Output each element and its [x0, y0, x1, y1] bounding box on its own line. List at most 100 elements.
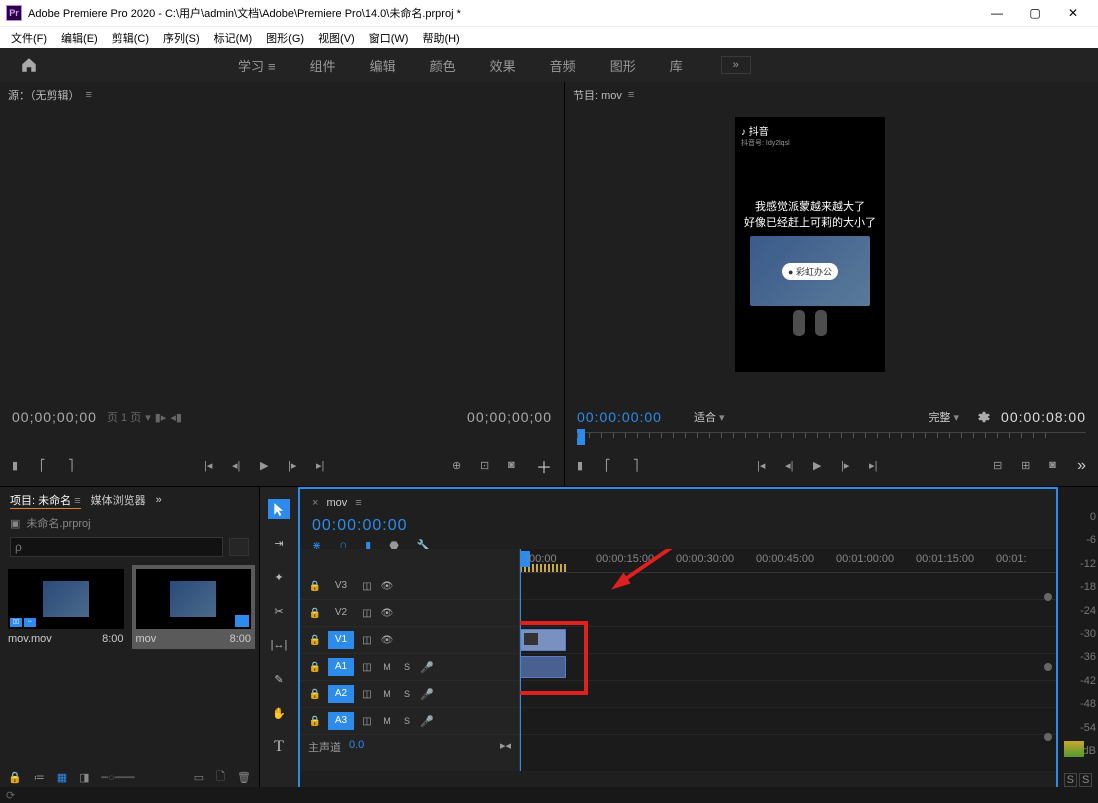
- home-icon[interactable]: [20, 56, 38, 74]
- insert-icon[interactable]: ⊕: [452, 459, 466, 473]
- marker-icon[interactable]: ▮: [12, 459, 26, 473]
- ripple-edit-tool-icon[interactable]: ✦: [268, 567, 290, 587]
- timeline-timecode[interactable]: 00:00:00:00: [300, 517, 1056, 535]
- export-frame-icon[interactable]: ◙: [1049, 459, 1063, 473]
- track-v3[interactable]: V3: [328, 577, 354, 595]
- solo-button[interactable]: S: [400, 662, 414, 672]
- pen-tool-icon[interactable]: ✎: [268, 669, 290, 689]
- source-page-label[interactable]: 页 1 页: [107, 409, 141, 425]
- mute-button[interactable]: M: [380, 716, 394, 726]
- workspace-learn[interactable]: 学习≡: [238, 52, 276, 79]
- solo-right[interactable]: S: [1079, 773, 1092, 787]
- minimize-button[interactable]: —: [978, 0, 1016, 26]
- goto-in-icon[interactable]: |◂: [204, 459, 218, 473]
- play-icon[interactable]: ▶: [813, 459, 827, 473]
- compare-icon[interactable]: »: [1077, 457, 1086, 475]
- mute-button[interactable]: M: [380, 689, 394, 699]
- track-select-tool-icon[interactable]: ⇥: [268, 533, 290, 553]
- menu-help[interactable]: 帮助(H): [415, 30, 466, 46]
- slip-tool-icon[interactable]: |↔|: [268, 635, 290, 655]
- out-icon[interactable]: ⎤: [633, 459, 647, 473]
- menu-window[interactable]: 窗口(W): [362, 30, 416, 46]
- razor-tool-icon[interactable]: ✂: [268, 601, 290, 621]
- lock-icon[interactable]: 🔒: [308, 608, 322, 619]
- voiceover-icon[interactable]: 🎤: [420, 661, 434, 674]
- lock-icon[interactable]: 🔒: [308, 581, 322, 592]
- sync-lock-icon[interactable]: ◫: [360, 716, 374, 727]
- workspace-color[interactable]: 颜色: [430, 52, 456, 79]
- track-v1[interactable]: V1: [328, 631, 354, 649]
- close-button[interactable]: ✕: [1054, 0, 1092, 26]
- zoom-scroll-mid[interactable]: [1044, 663, 1052, 671]
- voiceover-icon[interactable]: 🎤: [420, 715, 434, 728]
- timeline-canvas[interactable]: :00:00 00:00:15:00 00:00:30:00 00:00:45:…: [520, 549, 1056, 771]
- in-icon[interactable]: ⎡: [605, 459, 619, 473]
- selection-tool-icon[interactable]: [268, 499, 290, 519]
- workspace-more-button[interactable]: »: [721, 56, 751, 74]
- menu-graphics[interactable]: 图形(G): [259, 30, 311, 46]
- project-item-mov-clip[interactable]: ▯▯↔ mov.mov8:00: [4, 565, 128, 649]
- goto-out-icon[interactable]: ▸|: [316, 459, 330, 473]
- panel-menu-icon[interactable]: ≡: [86, 89, 92, 101]
- tab-project[interactable]: 项目: 未命名 ≡: [10, 492, 81, 509]
- step-fwd-icon[interactable]: |▸: [288, 459, 302, 473]
- freeform-view-icon[interactable]: ◨: [79, 771, 89, 784]
- sync-lock-icon[interactable]: ◫: [360, 662, 374, 673]
- workspace-effects[interactable]: 效果: [490, 52, 516, 79]
- step-back-icon[interactable]: ◂|: [232, 459, 246, 473]
- step-back-icon[interactable]: ◂|: [785, 459, 799, 473]
- out-icon[interactable]: ⎤: [68, 459, 82, 473]
- panel-menu-icon[interactable]: ≡: [355, 497, 361, 509]
- overwrite-icon[interactable]: ⊡: [480, 459, 494, 473]
- new-bin-icon[interactable]: ▭: [194, 771, 204, 784]
- program-scrubber[interactable]: [577, 432, 1086, 446]
- workspace-menu-icon[interactable]: ≡: [268, 55, 276, 78]
- voiceover-icon[interactable]: 🎤: [420, 688, 434, 701]
- in-icon[interactable]: ⎡: [40, 459, 54, 473]
- tab-more-icon[interactable]: »: [156, 494, 162, 506]
- icon-view-icon[interactable]: ▦: [57, 771, 67, 784]
- menu-sequence[interactable]: 序列(S): [156, 30, 207, 46]
- goto-in-icon[interactable]: |◂: [757, 459, 771, 473]
- resolution-dropdown[interactable]: 完整 ▾: [928, 409, 959, 425]
- hand-tool-icon[interactable]: ✋: [268, 703, 290, 723]
- workspace-assembly[interactable]: 组件: [310, 52, 336, 79]
- workspace-audio[interactable]: 音频: [550, 52, 576, 79]
- type-tool-icon[interactable]: T: [268, 737, 290, 757]
- markers-icon[interactable]: ▮▸: [155, 411, 167, 424]
- close-sequence-icon[interactable]: ×: [312, 497, 318, 509]
- mute-button[interactable]: M: [380, 662, 394, 672]
- track-a3[interactable]: A3: [328, 712, 354, 730]
- lock-icon[interactable]: 🔒: [308, 716, 322, 727]
- master-value[interactable]: 0.0: [349, 739, 364, 755]
- solo-button[interactable]: S: [400, 689, 414, 699]
- menu-marker[interactable]: 标记(M): [207, 30, 260, 46]
- workspace-editing[interactable]: 编辑: [370, 52, 396, 79]
- lock-icon[interactable]: 🔒: [308, 662, 322, 673]
- sync-lock-icon[interactable]: ◫: [360, 581, 374, 592]
- add-button-icon[interactable]: ＋: [536, 454, 552, 478]
- settings-icon[interactable]: [977, 410, 991, 424]
- sync-icon[interactable]: ⟳: [6, 789, 15, 802]
- fit-dropdown[interactable]: 适合 ▾: [694, 409, 725, 425]
- search-input[interactable]: [10, 537, 223, 557]
- panel-menu-icon[interactable]: ≡: [628, 89, 634, 101]
- new-item-icon[interactable]: 🗋: [216, 768, 225, 787]
- program-tc-duration[interactable]: 00:00:08:00: [1001, 409, 1086, 425]
- workspace-graphics[interactable]: 图形: [610, 52, 636, 79]
- menu-view[interactable]: 视图(V): [311, 30, 362, 46]
- menu-file[interactable]: 文件(F): [4, 30, 54, 46]
- export-frame-icon[interactable]: ◙: [508, 459, 522, 473]
- extract-icon[interactable]: ⊞: [1021, 459, 1035, 473]
- track-a1[interactable]: A1: [328, 658, 354, 676]
- track-v2[interactable]: V2: [328, 604, 354, 622]
- lock-icon[interactable]: 🔒: [308, 635, 322, 646]
- track-a2[interactable]: A2: [328, 685, 354, 703]
- out-icon[interactable]: ◂▮: [170, 411, 182, 424]
- goto-out-icon[interactable]: ▸|: [869, 459, 883, 473]
- playhead-icon[interactable]: [577, 429, 585, 445]
- bin-icon[interactable]: [229, 538, 249, 556]
- solo-button[interactable]: S: [400, 716, 414, 726]
- lift-icon[interactable]: ⊟: [993, 459, 1007, 473]
- source-tc-in[interactable]: 00;00;00;00: [12, 409, 97, 425]
